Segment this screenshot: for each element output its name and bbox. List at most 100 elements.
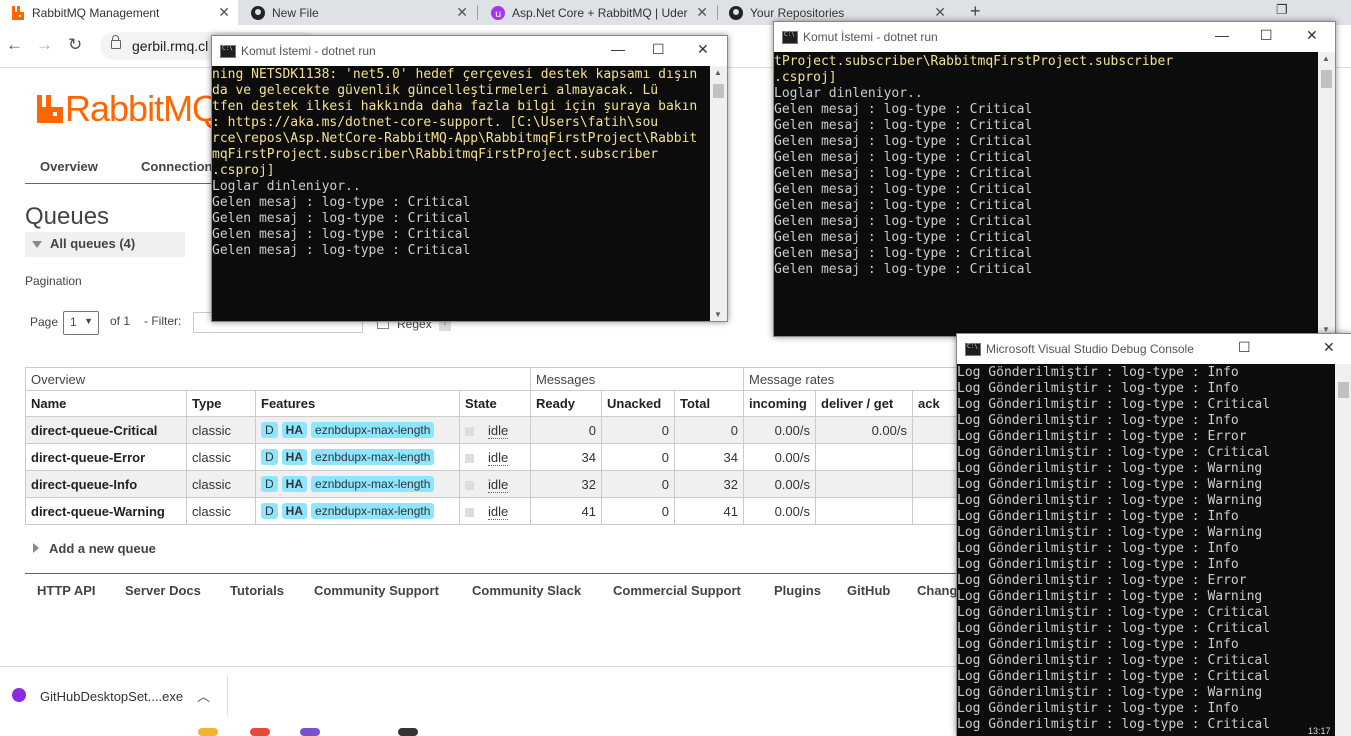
- close-tab-icon[interactable]: ✕: [218, 4, 230, 21]
- close-tab-icon[interactable]: ✕: [696, 4, 708, 21]
- console-title: Komut İstemi - dotnet run: [241, 44, 376, 58]
- console-output: tProject.subscriber\RabbitmqFirstProject…: [774, 52, 1318, 336]
- feature-policy-badge[interactable]: eznbdupx-max-length: [311, 503, 435, 519]
- footer-link-plugins[interactable]: Plugins: [774, 583, 821, 598]
- console-scrollbar[interactable]: [1335, 364, 1351, 736]
- queue-name-link[interactable]: direct-queue-Critical: [25, 416, 187, 444]
- queue-name-link[interactable]: direct-queue-Warning: [25, 497, 187, 525]
- back-arrow-icon[interactable]: ←: [6, 35, 23, 55]
- footer-link-server-docs[interactable]: Server Docs: [125, 583, 201, 598]
- table-row[interactable]: direct-queue-Error classic D HA eznbdupx-m…: [25, 443, 1025, 471]
- scrollbar-thumb[interactable]: [1321, 70, 1332, 88]
- footer-link-changelog[interactable]: Chang: [917, 583, 957, 598]
- scrollbar-thumb[interactable]: [713, 84, 724, 98]
- tab-title: Asp.Net Core + RabbitMQ | Uder: [512, 5, 688, 20]
- page-select-value: 1: [70, 315, 77, 329]
- console-line: tProject.subscriber\RabbitmqFirstProject…: [774, 54, 1174, 69]
- queue-features: D HA eznbdupx-max-length: [255, 497, 460, 525]
- console-scrollbar[interactable]: ▲ ▼: [710, 66, 727, 321]
- restore-window-icon[interactable]: ❐: [1276, 2, 1288, 18]
- minimize-icon[interactable]: —: [611, 41, 625, 57]
- minimize-icon[interactable]: —: [1215, 27, 1229, 43]
- footer-link-community-support[interactable]: Community Support: [314, 583, 439, 598]
- footer-link-http-api[interactable]: HTTP API: [37, 583, 96, 598]
- feature-durable-badge: D: [261, 503, 278, 519]
- scroll-up-arrow-icon[interactable]: ▲: [714, 68, 722, 77]
- console-line: da ve gelecekte güvenlik güncelleştirmel…: [212, 83, 659, 98]
- footer-link-tutorials[interactable]: Tutorials: [230, 583, 284, 598]
- console-line: Log Gönderilmiştir : log-type : Info: [957, 381, 1239, 396]
- console-line: Log Gönderilmiştir : log-type : Info: [957, 637, 1239, 652]
- queue-ready: 32: [530, 470, 602, 498]
- console-titlebar[interactable]: Komut İstemi - dotnet run — ☐ ✕: [212, 36, 727, 66]
- queue-name-link[interactable]: direct-queue-Info: [25, 470, 187, 498]
- console-line: Log Gönderilmiştir : log-type : Info: [957, 557, 1239, 572]
- column-header-state[interactable]: State: [459, 390, 531, 417]
- tab-new-file[interactable]: New File ✕: [240, 0, 476, 25]
- feature-policy-badge[interactable]: eznbdupx-max-length: [311, 449, 435, 465]
- table-row[interactable]: direct-queue-Info classic D HA eznbdupx-ma…: [25, 470, 1025, 498]
- console-line: Log Gönderilmiştir : log-type : Warning: [957, 493, 1263, 508]
- queue-state: idle: [459, 470, 531, 498]
- all-queues-section-toggle[interactable]: All queues (4): [25, 232, 185, 257]
- nav-overview[interactable]: Overview: [40, 159, 98, 174]
- scrollbar-thumb[interactable]: [1338, 382, 1349, 398]
- column-header-ready[interactable]: Ready: [530, 390, 602, 417]
- add-new-queue-toggle[interactable]: Add a new queue: [33, 541, 156, 556]
- footer-link-commercial-support[interactable]: Commercial Support: [613, 583, 741, 598]
- column-header-deliver-get[interactable]: deliver / get: [815, 390, 913, 417]
- maximize-icon[interactable]: ☐: [652, 41, 665, 58]
- table-row[interactable]: direct-queue-Critical classic D HA eznbdup…: [25, 416, 1025, 444]
- queue-deliver-rate: [815, 497, 913, 525]
- download-filename[interactable]: GitHubDesktopSet....exe: [40, 689, 183, 704]
- column-header-type[interactable]: Type: [186, 390, 256, 417]
- close-tab-icon[interactable]: ✕: [934, 4, 946, 21]
- console-titlebar[interactable]: Komut İstemi - dotnet run — ☐ ✕: [774, 22, 1335, 52]
- column-header-name[interactable]: Name: [25, 390, 187, 417]
- column-header-incoming[interactable]: incoming: [743, 390, 816, 417]
- feature-policy-badge[interactable]: eznbdupx-max-length: [311, 476, 435, 492]
- maximize-icon[interactable]: ☐: [1260, 27, 1273, 44]
- queue-type: classic: [186, 443, 256, 471]
- reload-icon[interactable]: ↻: [68, 35, 82, 55]
- column-header-features[interactable]: Features: [255, 390, 460, 417]
- maximize-icon[interactable]: ☐: [1238, 339, 1251, 356]
- close-icon[interactable]: ✕: [1306, 27, 1318, 44]
- console-line: Log Gönderilmiştir : log-type : Warning: [957, 685, 1263, 700]
- forward-arrow-icon[interactable]: →: [36, 35, 53, 55]
- feature-ha-badge: HA: [281, 449, 308, 465]
- tab-rabbitmq-management[interactable]: RabbitMQ Management ✕: [0, 0, 238, 25]
- scroll-up-arrow-icon[interactable]: ▲: [1322, 54, 1330, 63]
- page-select[interactable]: 1 ▼: [63, 311, 99, 335]
- column-header-unacked[interactable]: Unacked: [601, 390, 675, 417]
- close-icon[interactable]: ✕: [1323, 339, 1335, 356]
- footer-divider: [25, 573, 1025, 574]
- chevron-up-icon[interactable]: ︿: [197, 686, 210, 705]
- table-row[interactable]: direct-queue-Warning classic D HA eznbdupx…: [25, 497, 1025, 525]
- console-window-vs-debug[interactable]: Microsoft Visual Studio Debug Console ☐ …: [956, 333, 1351, 736]
- state-indicator-icon: [465, 507, 474, 517]
- console-window-subscriber-1[interactable]: Komut İstemi - dotnet run — ☐ ✕ ning NET…: [211, 35, 728, 322]
- console-scrollbar[interactable]: ▲ ▼: [1318, 52, 1335, 336]
- console-title: Komut İstemi - dotnet run: [803, 30, 938, 44]
- column-header-total[interactable]: Total: [674, 390, 744, 417]
- state-label: idle: [488, 476, 509, 493]
- console-app-icon: [782, 31, 798, 44]
- console-line: Log Gönderilmiştir : log-type : Warning: [957, 525, 1263, 540]
- rabbitmq-logo[interactable]: RabbitMQ: [37, 88, 220, 130]
- footer-link-github[interactable]: GitHub: [847, 583, 890, 598]
- queue-name-link[interactable]: direct-queue-Error: [25, 443, 187, 471]
- console-window-subscriber-2[interactable]: Komut İstemi - dotnet run — ☐ ✕ tProject…: [773, 21, 1336, 337]
- scroll-down-arrow-icon[interactable]: ▼: [714, 310, 722, 319]
- tab-udemy-course[interactable]: u Asp.Net Core + RabbitMQ | Uder ✕: [480, 0, 716, 25]
- close-tab-icon[interactable]: ✕: [456, 4, 468, 21]
- state-indicator-icon: [465, 426, 474, 436]
- nav-connections[interactable]: Connection: [141, 159, 213, 174]
- queue-state: idle: [459, 443, 531, 471]
- feature-policy-badge[interactable]: eznbdupx-max-length: [311, 422, 435, 438]
- new-tab-plus-icon[interactable]: +: [970, 1, 981, 22]
- close-icon[interactable]: ✕: [697, 41, 709, 58]
- console-titlebar[interactable]: Microsoft Visual Studio Debug Console ☐ …: [957, 334, 1351, 364]
- footer-link-community-slack[interactable]: Community Slack: [472, 583, 581, 598]
- queue-incoming-rate: 0.00/s: [743, 497, 816, 525]
